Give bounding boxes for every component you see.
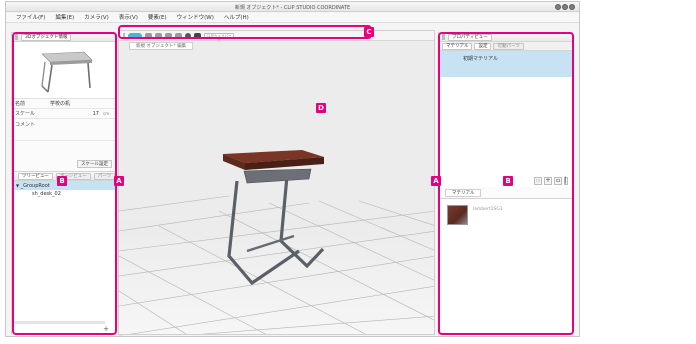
- annotation-tag-c: C: [364, 27, 374, 37]
- annotation-tag-a-right: A: [431, 176, 441, 186]
- annotation-tag-b-left: B: [57, 176, 67, 186]
- menu-bar: ファイル(F) 編集(E) カメラ(V) 表示(V) 要素(E) ウィンドウ(W…: [6, 13, 579, 23]
- close-button[interactable]: [569, 4, 575, 10]
- menu-camera[interactable]: カメラ(V): [84, 13, 109, 22]
- menu-edit[interactable]: 編集(E): [55, 13, 74, 22]
- annotation-tag-d: D: [316, 103, 326, 113]
- tab-edit-object[interactable]: 新規 オブジェクト* 編集: [129, 42, 194, 50]
- window-controls: [555, 4, 575, 10]
- menu-window[interactable]: ウィンドウ(W): [177, 13, 214, 22]
- menu-file[interactable]: ファイル(F): [16, 13, 45, 22]
- annotation-tag-b-right: B: [503, 176, 513, 186]
- annotation-box-toolbar: [118, 25, 372, 39]
- 3d-scene[interactable]: [119, 51, 435, 335]
- window-title: 新規 オブジェクト* - CLIP STUDIO COORDINATE: [234, 5, 351, 11]
- menu-element[interactable]: 要素(E): [148, 13, 167, 22]
- title-bar: 新規 オブジェクト* - CLIP STUDIO COORDINATE: [6, 2, 579, 12]
- maximize-button[interactable]: [562, 4, 568, 10]
- menu-help[interactable]: ヘルプ(H): [224, 13, 249, 22]
- minimize-button[interactable]: [555, 4, 561, 10]
- menu-view[interactable]: 表示(V): [119, 13, 138, 22]
- annotation-tag-a-left: A: [114, 176, 124, 186]
- 3d-viewport[interactable]: CLIPカメラパーセ 新規 オブジェクト* 編集: [118, 30, 435, 335]
